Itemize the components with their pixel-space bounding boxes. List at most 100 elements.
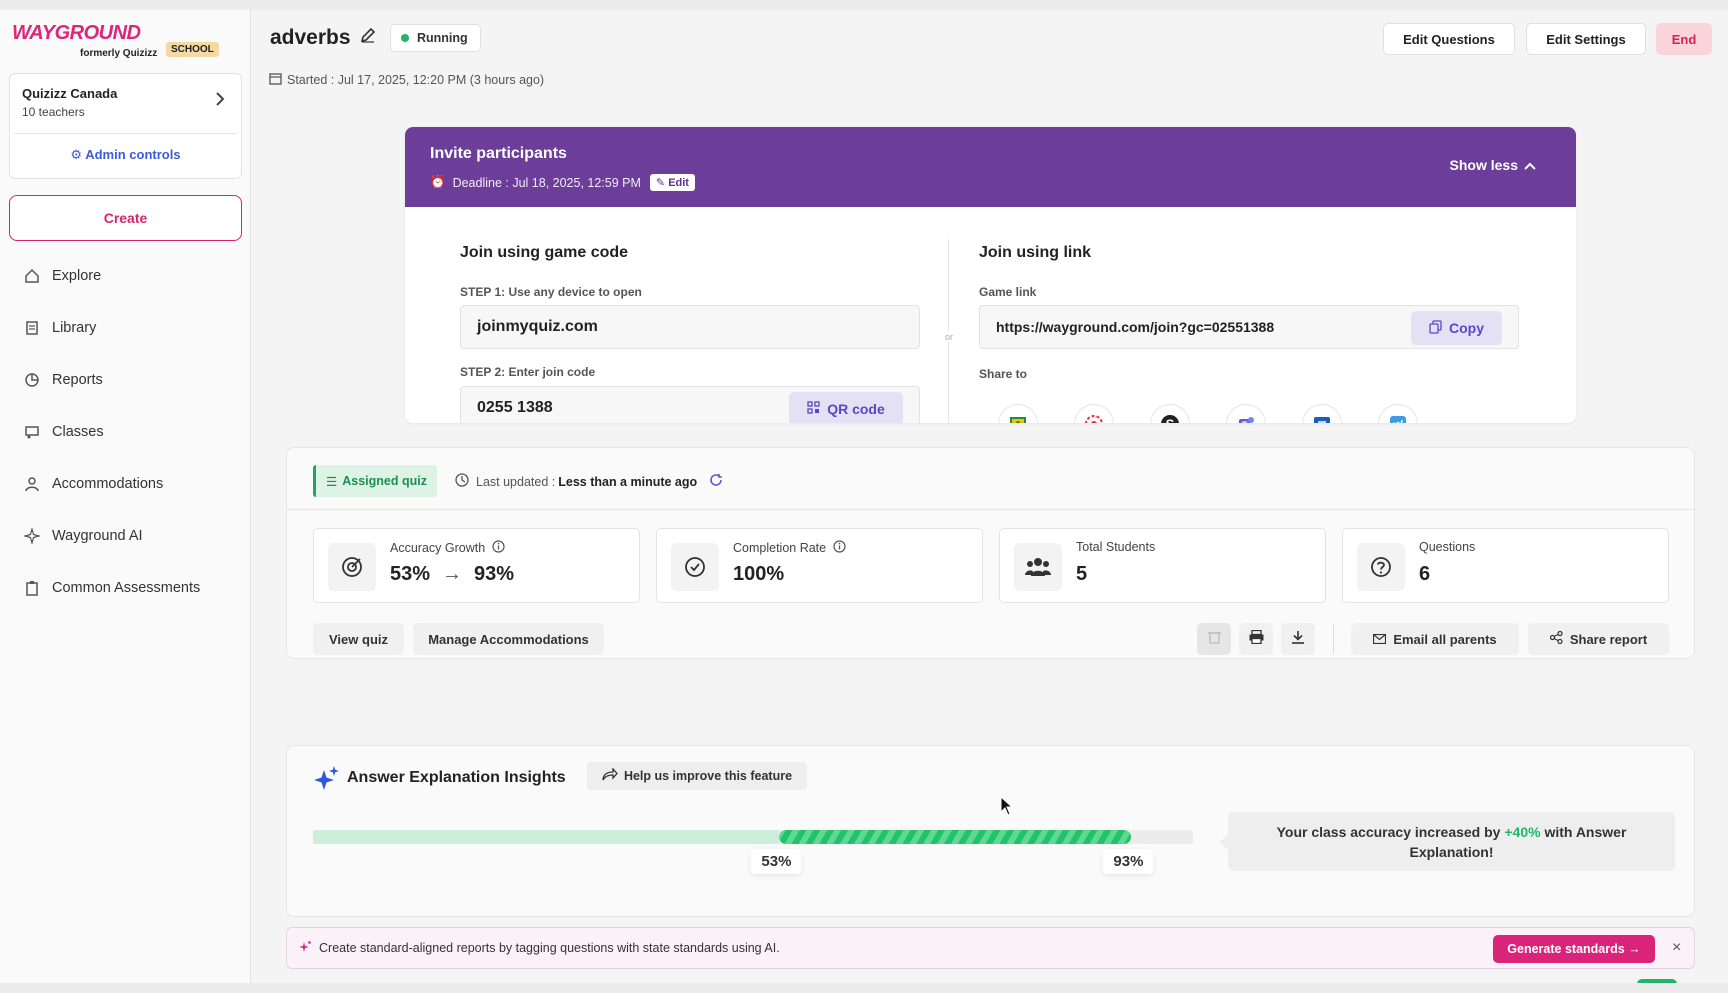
msg-percent: +40% [1504,823,1541,840]
questions-card: Questions 6 [1342,528,1669,603]
link-heading: Join using link [979,244,1092,261]
edit-settings-button[interactable]: Edit Settings [1526,23,1646,55]
sidebar-item-classes[interactable]: Classes [0,406,251,458]
copy-icon [1429,319,1442,337]
org-card[interactable]: Quizizz Canada 10 teachers ⚙ Admin contr… [9,73,242,179]
insights-message: Your class accuracy increased by +40% wi… [1228,812,1675,871]
copy-label: Copy [1449,320,1484,336]
info-icon[interactable] [833,540,846,556]
end-button[interactable]: End [1656,23,1712,55]
remind-icon[interactable] [1302,404,1342,423]
callout-pointer [1220,834,1228,850]
qr-icon [807,401,820,417]
reports-icon [23,371,41,389]
sparkle-icon [23,527,41,545]
edit-deadline-button[interactable]: ✎ Edit [649,174,695,191]
join-site-field[interactable]: joinmyquiz.com [460,305,920,349]
insights-title: Answer Explanation Insights [347,769,566,786]
question-icon [1357,543,1405,591]
questions-value: 6 [1419,563,1431,585]
sidebar-item-reports[interactable]: Reports [0,354,251,406]
qr-code-button[interactable]: QR code [789,392,903,423]
brand-name: WAYGROUND [12,22,141,44]
sidebar-item-library[interactable]: Library [0,302,251,354]
print-button[interactable] [1239,623,1273,655]
help-improve-button[interactable]: Help us improve this feature [587,762,807,790]
download-button[interactable] [1281,623,1315,655]
schoology-icon[interactable] [1074,404,1114,423]
last-updated-value: Less than a minute ago [558,474,698,489]
teams-icon[interactable]: T [1226,404,1266,423]
join-code-value: 0255 1388 [477,399,553,416]
share-report-button[interactable]: Share report [1528,623,1669,655]
clock-icon [455,473,469,490]
svg-text:T: T [1242,420,1248,423]
deadline: ⏰ Deadline : Jul 18, 2025, 12:59 PM ✎ Ed… [430,174,695,191]
sidebar-item-accommodations[interactable]: Accommodations [0,458,251,510]
help-improve-label: Help us improve this feature [623,769,793,783]
join-code-field[interactable]: 0255 1388 QR code [460,386,920,423]
brand-logo[interactable]: WAYGROUND formerly Quizizz SCHOOL [12,22,232,62]
stat-value: 53% → 93% [390,563,514,586]
create-button[interactable]: Create [9,195,242,241]
accuracy-gain-fill [779,830,1132,844]
banner-text: Create standard-aligned reports by taggi… [319,941,780,955]
org-name: Quizizz Canada [22,86,118,101]
email-all-parents-button[interactable]: Email all parents [1351,623,1519,655]
total-students-value: 5 [1076,563,1088,585]
edit-title-icon[interactable] [360,27,378,45]
sidebar-item-common-assessments[interactable]: Common Assessments [0,562,251,614]
info-icon[interactable] [492,540,505,556]
sidebar-item-wayground-ai[interactable]: Wayground AI [0,510,251,562]
invite-title: Invite participants [430,145,567,162]
sidebar-item-explore[interactable]: Explore [0,250,251,302]
game-link-value: https://wayground.com/join?gc=02551388 [996,319,1275,335]
sidebar-item-label: Reports [52,372,103,388]
manage-accommodations-button[interactable]: Manage Accommodations [413,623,604,655]
clipboard-icon [23,579,41,597]
total-students-card: Total Students 5 [999,528,1326,603]
completion-rate-card: Completion Rate 100% [656,528,983,603]
alarm-icon: ⏰ [430,175,446,189]
share-report-label: Share report [1569,631,1648,647]
quiz-stats-panel: ☰ Assigned quiz Last updated : Less than… [286,447,1695,659]
game-link-field[interactable]: https://wayground.com/join?gc=02551388 C… [979,305,1519,349]
view-quiz-button[interactable]: View quiz [313,623,404,655]
or-label: or [945,332,954,342]
accuracy-to-label: 93% [1103,849,1154,874]
arrow-right-icon: → [442,563,463,585]
share-to-label: Share to [979,367,1028,381]
step2-label: STEP 2: Enter join code [460,365,596,379]
started-text: Started : Jul 17, 2025, 12:20 PM (3 hour… [287,73,545,87]
school-badge: SCHOOL [166,42,219,57]
skype-icon[interactable]: S [1150,404,1190,423]
trash-icon [1207,630,1221,649]
twitter-icon[interactable] [1378,404,1418,423]
delete-button[interactable] [1197,623,1231,655]
printer-icon [1249,629,1264,649]
refresh-icon[interactable] [709,473,723,490]
show-less-toggle[interactable]: Show less [1450,157,1536,173]
copy-link-button[interactable]: Copy [1411,311,1502,345]
generate-standards-button[interactable]: Generate standards → [1493,935,1655,963]
admin-controls-link[interactable]: ⚙ Admin controls [10,147,241,163]
accuracy-growth-label: Accuracy Growth [390,541,486,555]
completion-rate-value: 100% [733,563,785,585]
show-less-label: Show less [1449,157,1518,173]
total-students-label: Total Students [1076,540,1156,554]
standards-banner: Create standard-aligned reports by taggi… [286,927,1695,969]
qr-code-label: QR code [827,401,885,417]
assigned-quiz-label: Assigned quiz [342,474,427,488]
admin-controls-label: Admin controls [85,147,181,162]
share-arrow-icon [602,767,618,784]
mail-icon [1373,632,1387,647]
divider [1333,624,1334,654]
google-classroom-icon[interactable] [998,404,1038,423]
accuracy-before-fill [313,830,780,844]
sidebar-item-label: Wayground AI [52,528,143,544]
close-icon[interactable]: × [1672,939,1681,957]
divider [948,239,949,423]
toggle-switch[interactable] [1637,979,1677,983]
chevron-right-icon[interactable] [215,92,225,111]
edit-questions-button[interactable]: Edit Questions [1383,23,1515,55]
